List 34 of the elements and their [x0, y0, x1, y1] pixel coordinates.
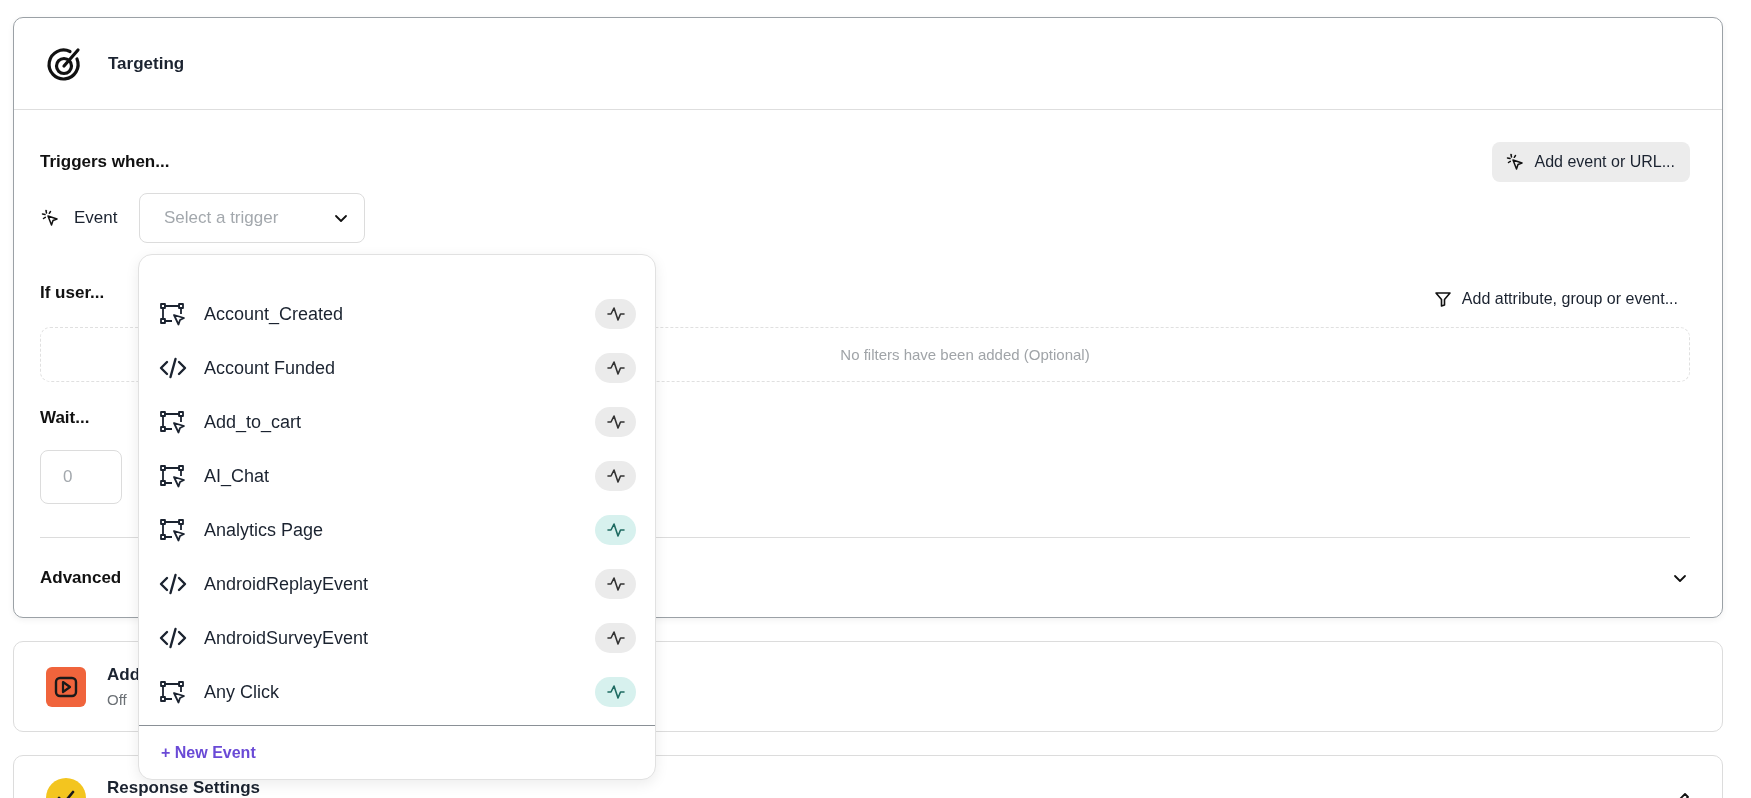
new-event-link[interactable]: + New Event — [161, 743, 256, 762]
section-title: Targeting — [108, 53, 185, 74]
card-status: Off — [107, 691, 128, 708]
event-option[interactable]: Add_to_cart — [139, 395, 655, 449]
selection-cursor-icon — [159, 518, 187, 542]
code-icon — [159, 356, 187, 380]
triggers-label: Triggers when... — [40, 152, 170, 172]
filters-label: If user... — [40, 282, 105, 303]
event-option[interactable]: Account Funded — [139, 341, 655, 395]
event-option[interactable]: Account_Created — [139, 287, 655, 341]
selection-cursor-icon — [159, 680, 187, 704]
code-icon — [159, 572, 187, 596]
add-filter-button[interactable]: Add attribute, group or event... — [1433, 289, 1690, 308]
filter-icon — [1433, 289, 1452, 308]
code-icon — [159, 626, 187, 650]
selection-cursor-icon — [159, 464, 187, 488]
event-option[interactable]: AndroidSurveyEvent — [139, 611, 655, 665]
selection-cursor-icon — [159, 410, 187, 434]
wait-label: Wait... — [40, 407, 90, 429]
event-option[interactable]: Any Click — [139, 665, 655, 719]
event-label: Event — [74, 208, 119, 228]
wait-input[interactable]: 0 — [40, 450, 122, 504]
add-event-button[interactable]: Add event or URL... — [1492, 142, 1690, 182]
play-icon — [46, 666, 86, 707]
click-icon — [41, 209, 59, 227]
event-option[interactable]: AndroidReplayEvent — [139, 557, 655, 611]
event-option[interactable]: AI_Chat — [139, 449, 655, 503]
card-title: Response Settings — [107, 778, 261, 798]
event-option[interactable]: Analytics Page — [139, 503, 655, 557]
click-icon — [1506, 153, 1525, 171]
advanced-label: Advanced — [40, 567, 122, 588]
selection-cursor-icon — [159, 302, 187, 326]
empty-message: No filters have been added (Optional) — [840, 346, 1090, 363]
target-icon — [46, 45, 82, 82]
